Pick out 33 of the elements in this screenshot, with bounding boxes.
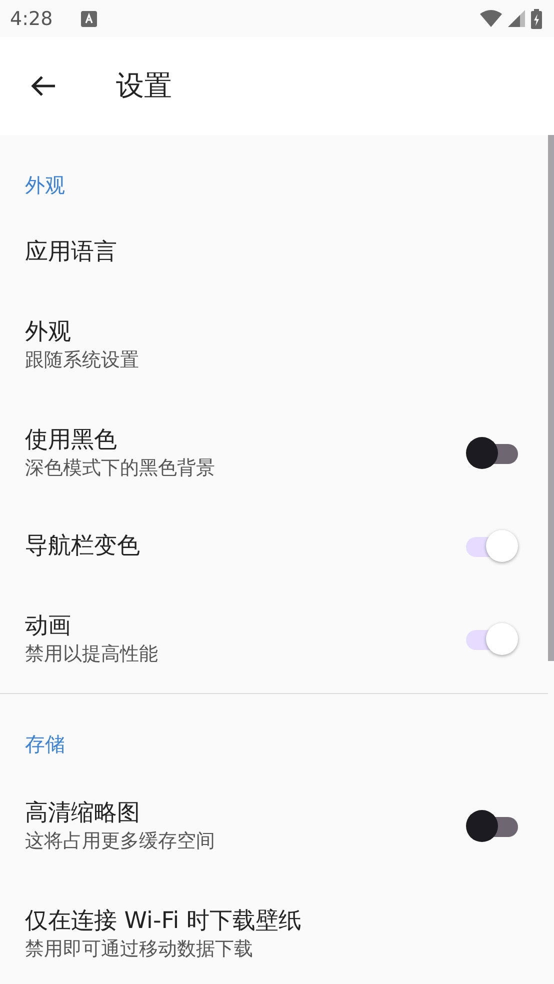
setting-title: 使用黑色 <box>25 426 118 455</box>
setting-description: 禁用即可通过移动数据下载 <box>25 937 254 962</box>
setting-title: 外观 <box>25 318 72 347</box>
setting-title: 高清缩略图 <box>25 799 141 828</box>
toggle-switch[interactable] <box>466 622 518 656</box>
wifi-icon <box>480 10 502 27</box>
toggle-switch[interactable] <box>466 436 518 470</box>
setting-title: 动画 <box>25 612 72 641</box>
setting-title: 导航栏变色 <box>25 532 141 561</box>
section-header: 外观 <box>24 172 66 199</box>
toggle-switch[interactable] <box>466 809 518 843</box>
scrollbar[interactable] <box>548 135 554 661</box>
toggle-switch[interactable] <box>466 529 518 563</box>
clock-time: 4:28 <box>10 8 53 30</box>
setting-description: 这将占用更多缓存空间 <box>25 829 216 854</box>
settings-item[interactable]: 使用黑色 深色模式下的黑色背景 <box>0 399 548 507</box>
settings-item[interactable]: 外观 跟随系统设置 <box>0 291 548 399</box>
settings-item[interactable]: 导航栏变色 <box>0 507 548 585</box>
page-title: 设置 <box>116 68 172 104</box>
back-arrow-icon <box>30 75 56 97</box>
notification-icon <box>80 10 97 26</box>
setting-title: 仅在连接 Wi-Fi 时下载壁纸 <box>25 907 302 936</box>
setting-description: 跟随系统设置 <box>25 348 140 373</box>
settings-item[interactable]: 动画 禁用以提高性能 <box>0 585 548 693</box>
setting-title: 应用语言 <box>25 238 118 267</box>
battery-icon <box>531 8 542 28</box>
signal-icon <box>508 10 525 27</box>
settings-item[interactable]: 高清缩略图 这将占用更多缓存空间 <box>0 772 548 880</box>
setting-description: 禁用以提高性能 <box>25 642 159 667</box>
section-header: 存储 <box>24 731 66 758</box>
settings-item[interactable]: 仅在连接 Wi-Fi 时下载壁纸 禁用即可通过移动数据下载 <box>0 880 548 984</box>
setting-description: 深色模式下的黑色背景 <box>25 456 216 481</box>
settings-item[interactable]: 应用语言 <box>0 213 548 291</box>
